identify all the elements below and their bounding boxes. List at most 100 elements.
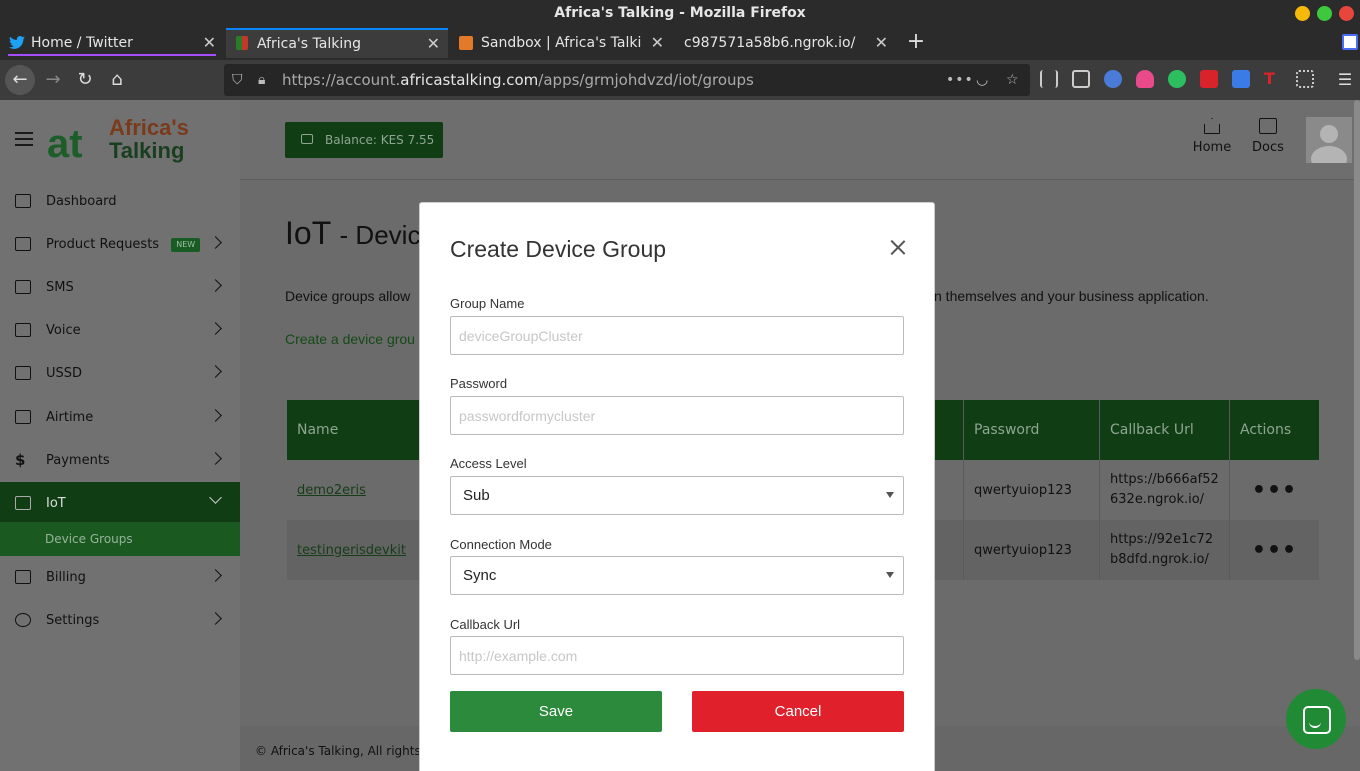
home-icon[interactable]: ⌂ — [102, 65, 132, 95]
tab-bar: Home / Twitter ✕ Africa's Talking ✕ Sand… — [0, 26, 1360, 60]
window-title: Africa's Talking - Mozilla Firefox — [554, 5, 806, 21]
sidebar-item-airtime[interactable]: Airtime — [0, 396, 240, 439]
sidebar-item-label: Dashboard — [46, 194, 117, 209]
sidebar-item-iot[interactable]: IoT — [0, 482, 240, 525]
close-tab-icon[interactable]: ✕ — [875, 28, 888, 58]
home-label: Home — [1192, 140, 1232, 155]
library-icon[interactable] — [1040, 70, 1058, 88]
column-header-password: Password — [963, 400, 1100, 460]
sidebar-item-dashboard[interactable]: Dashboard — [0, 180, 240, 223]
sidebar-item-label: USSD — [46, 366, 83, 381]
maximize-button[interactable] — [1317, 6, 1332, 21]
password-input[interactable] — [450, 396, 904, 435]
home-link[interactable]: Home — [1187, 118, 1237, 155]
chevron-right-icon — [209, 365, 222, 378]
page-scrollbar[interactable] — [1354, 100, 1360, 660]
chevron-right-icon — [209, 612, 222, 625]
lock-icon[interactable]: 🔒︎ — [258, 64, 265, 96]
shield-icon[interactable]: ⛉ — [232, 64, 243, 96]
sidebar-icon[interactable] — [1072, 70, 1090, 88]
group-password: qwertyuiop123 — [963, 460, 1100, 520]
logo-mark-text: at — [47, 122, 83, 166]
toolbar-icons: T — [1040, 70, 1314, 88]
logo-word-1: Africa's — [109, 115, 189, 140]
chat-widget-button[interactable] — [1286, 689, 1346, 749]
connection-mode-select[interactable]: Sync — [450, 556, 904, 595]
column-header-name: Name — [297, 422, 339, 438]
forward-button[interactable]: → — [38, 65, 68, 95]
close-tab-icon[interactable]: ✕ — [427, 30, 440, 58]
bookmark-star-icon[interactable]: ☆ — [1006, 64, 1019, 96]
connection-mode-value: Sync — [463, 567, 497, 584]
modal-title: Create Device Group — [450, 236, 667, 262]
twitter-icon — [9, 36, 25, 49]
url-host: africastalking.com — [400, 71, 539, 89]
voice-icon — [15, 323, 31, 337]
create-device-group-link[interactable]: Create a device grou — [285, 331, 415, 347]
sidebar-subitem-device-groups[interactable]: Device Groups — [0, 522, 240, 556]
group-callback-url: https://92e1c72b8dfd.ngrok.io/ — [1100, 520, 1230, 580]
row-actions-button[interactable]: ••• — [1230, 460, 1319, 520]
tab-africas-talking[interactable]: Africa's Talking ✕ — [226, 28, 448, 58]
sidebar-item-sms[interactable]: SMS — [0, 266, 240, 309]
reload-button[interactable]: ↻ — [70, 65, 100, 95]
balance-label: Balance: KES 7.55 — [325, 133, 435, 147]
close-window-button[interactable] — [1339, 6, 1354, 21]
page-title-main: IoT — [285, 215, 331, 251]
close-tab-icon[interactable]: ✕ — [651, 28, 664, 58]
extensions-grid-icon[interactable] — [1296, 70, 1314, 88]
group-name-link[interactable]: demo2eris — [287, 460, 417, 520]
user-avatar[interactable] — [1306, 117, 1352, 163]
color-picker-icon[interactable] — [1200, 70, 1218, 88]
password-label: Password — [450, 376, 508, 391]
minimize-button[interactable] — [1295, 6, 1310, 21]
sidebar-item-settings[interactable]: Settings — [0, 599, 240, 642]
sidebar-item-label: IoT — [46, 496, 66, 511]
account-avatar-icon[interactable] — [1104, 70, 1122, 88]
more-options-icon: ••• — [1251, 537, 1298, 563]
sidebar-item-label: Settings — [46, 613, 100, 628]
back-button[interactable]: ← — [5, 65, 35, 95]
translate-icon[interactable] — [1232, 70, 1250, 88]
extension-icon[interactable] — [1342, 34, 1358, 50]
balance-button[interactable]: Balance: KES 7.55 — [285, 122, 443, 158]
url-bar[interactable]: ⛉ 🔒︎ https://account.africastalking.com/… — [224, 64, 1030, 96]
navigation-toolbar: ← → ↻ ⌂ ⛉ 🔒︎ https://account.africastalk… — [0, 60, 1360, 100]
tab-ngrok[interactable]: c987571a58b6.ngrok.io/ ✕ — [674, 28, 896, 58]
new-tab-button[interactable]: + — [904, 26, 928, 58]
menu-icon[interactable]: ☰ — [1330, 65, 1360, 95]
docs-label: Docs — [1252, 140, 1284, 155]
row-actions-button[interactable]: ••• — [1230, 520, 1319, 580]
page-actions-icon[interactable]: ••• — [946, 64, 974, 96]
tab-sandbox[interactable]: Sandbox | Africa's Talking ✕ — [450, 28, 672, 58]
africas-talking-logo[interactable]: at Africa's Talking — [47, 116, 192, 164]
group-name-link[interactable]: testingerisdevkit — [287, 520, 417, 580]
cancel-button[interactable]: Cancel — [692, 691, 904, 732]
sidebar-item-label: SMS — [46, 280, 74, 295]
sidebar-item-ussd[interactable]: USSD — [0, 352, 240, 395]
callback-url-input[interactable] — [450, 636, 904, 675]
product-requests-icon — [15, 237, 31, 251]
hamburger-menu-icon[interactable] — [15, 132, 33, 146]
sidebar-item-voice[interactable]: Voice — [0, 309, 240, 352]
chevron-right-icon — [209, 409, 222, 422]
group-name-input[interactable] — [450, 316, 904, 355]
logo-word-2: Talking — [109, 138, 185, 163]
tab-twitter[interactable]: Home / Twitter ✕ — [0, 28, 224, 58]
text-extension-icon[interactable]: T — [1264, 70, 1282, 88]
pocket-icon[interactable]: ◡ — [976, 64, 988, 96]
africas-talking-icon — [236, 36, 248, 50]
access-level-select[interactable]: Sub — [450, 476, 904, 515]
heart-extension-icon[interactable] — [1136, 70, 1154, 88]
home-icon — [1204, 118, 1220, 134]
book-icon — [1259, 118, 1277, 134]
docs-link[interactable]: Docs — [1243, 118, 1293, 155]
sidebar-item-payments[interactable]: $ Payments — [0, 439, 240, 482]
top-header: Balance: KES 7.55 Home Docs — [240, 100, 1360, 180]
sidebar-item-product-requests[interactable]: Product Requests NEW — [0, 223, 240, 266]
chevron-right-icon — [209, 279, 222, 292]
evernote-icon[interactable] — [1168, 70, 1186, 88]
sidebar-item-billing[interactable]: Billing — [0, 556, 240, 599]
save-button[interactable]: Save — [450, 691, 662, 732]
close-icon[interactable] — [886, 236, 910, 260]
